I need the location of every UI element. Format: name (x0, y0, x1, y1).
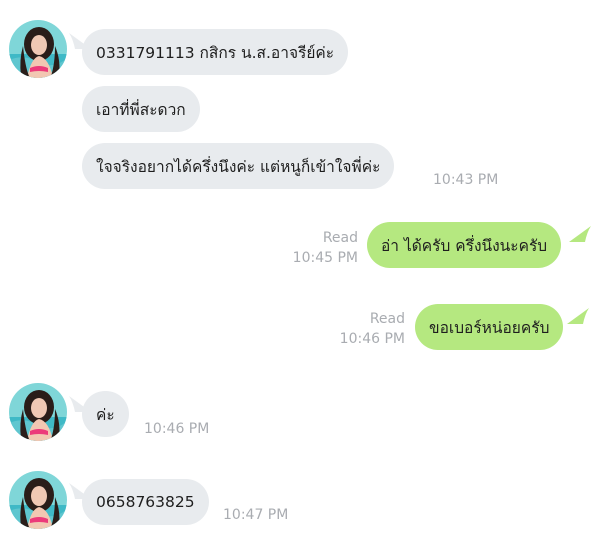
contact-avatar-icon[interactable] (9, 383, 67, 441)
bubble-tail (567, 308, 589, 324)
contact-avatar-icon[interactable] (9, 471, 67, 529)
read-status: Read (369, 311, 405, 327)
contact-avatar-icon[interactable] (9, 20, 67, 78)
message-text: ค่ะ (96, 405, 115, 424)
message-text: อ่า ได้ครับ ครึ่งนึงนะครับ (381, 236, 548, 255)
message-bubble-incoming[interactable]: 0658763825 (82, 479, 209, 525)
message-text: ใจจริงอยากได้ครึ่งนึงค่ะ แต่หนูก็เข้าใจพ… (96, 157, 381, 176)
message-text: ขอเบอร์หน่อยครับ (429, 318, 550, 337)
message-bubble-incoming[interactable]: เอาที่พี่สะดวก (82, 86, 200, 132)
message-bubble-incoming[interactable]: 0331791113 กสิกร น.ส.อาจรีย์ค่ะ (82, 29, 349, 75)
bubble-tail (569, 226, 591, 242)
message-timestamp: 10:46 PM (144, 421, 210, 437)
message-text: 0658763825 (96, 493, 195, 511)
message-timestamp: 10:45 PM (292, 250, 358, 266)
message-meta: Read 10:45 PM (293, 228, 358, 268)
message-timestamp: 10:46 PM (339, 331, 405, 347)
message-bubble-incoming[interactable]: ค่ะ (82, 391, 129, 437)
message-text: เอาที่พี่สะดวก (96, 100, 186, 119)
message-bubble-outgoing[interactable]: ขอเบอร์หน่อยครับ (415, 304, 564, 350)
message-text: 0331791113 กสิกร น.ส.อาจรีย์ค่ะ (96, 43, 335, 62)
message-timestamp: 10:47 PM (223, 507, 289, 523)
message-meta: Read 10:46 PM (340, 309, 405, 349)
read-status: Read (322, 230, 358, 246)
message-timestamp: 10:43 PM (433, 172, 499, 188)
message-bubble-outgoing[interactable]: อ่า ได้ครับ ครึ่งนึงนะครับ (367, 222, 562, 268)
message-bubble-incoming[interactable]: ใจจริงอยากได้ครึ่งนึงค่ะ แต่หนูก็เข้าใจพ… (82, 143, 395, 189)
